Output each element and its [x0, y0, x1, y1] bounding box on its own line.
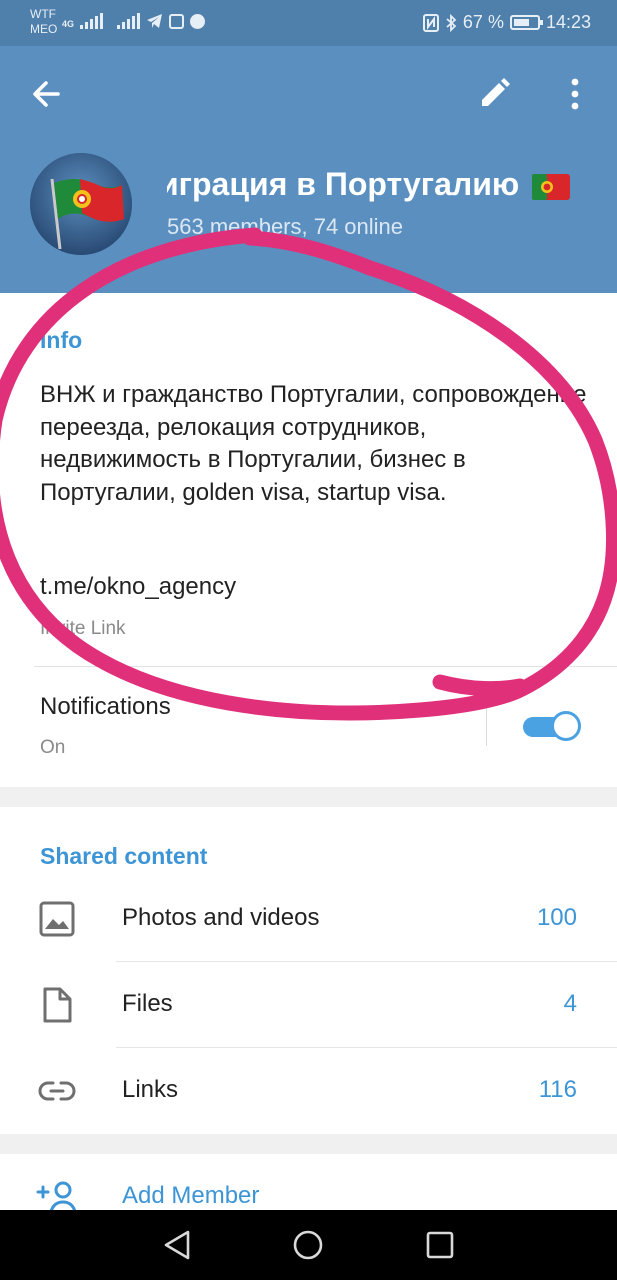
- notification-icons: 4G: [62, 13, 206, 29]
- signal-icon: [80, 13, 104, 29]
- info-section-title: Info: [40, 327, 83, 353]
- shared-item-label: Photos and videos: [122, 904, 320, 931]
- clock: 14:23: [545, 12, 591, 32]
- image-icon: [39, 901, 75, 937]
- shared-section-title: Shared content: [40, 843, 208, 869]
- mail-icon: [169, 14, 185, 29]
- shared-item-links[interactable]: Links 116: [0, 1048, 617, 1134]
- add-member-row[interactable]: Add Member: [0, 1154, 617, 1210]
- add-member-label: Add Member: [122, 1182, 260, 1209]
- divider: [34, 666, 617, 667]
- shared-item-count: 116: [538, 1076, 577, 1103]
- arrow-left-icon: [33, 81, 60, 107]
- group-description[interactable]: ВНЖ и гражданство Португалии, сопровожде…: [40, 379, 590, 509]
- invite-link-caption: Invite Link: [40, 618, 126, 639]
- battery-fill: [513, 19, 529, 26]
- back-button[interactable]: [28, 77, 68, 111]
- link-icon: [38, 1081, 76, 1101]
- carrier-line2: MEO: [30, 22, 58, 36]
- invite-link[interactable]: t.me/okno_agency: [40, 573, 236, 601]
- group-title-text: играция в Португалию: [167, 166, 520, 202]
- network-type: 4G: [62, 19, 75, 29]
- portugal-flag-image: [30, 153, 132, 255]
- add-user-icon: [36, 1181, 77, 1210]
- status-bar: WTF MEO 4G 67 % 14:23: [0, 0, 617, 46]
- shared-item-label: Links: [122, 1076, 179, 1103]
- file-icon: [43, 987, 72, 1023]
- carrier-line1: WTF: [30, 7, 56, 21]
- status-right: 67 % 14:23: [422, 12, 591, 33]
- notifications-state: On: [40, 737, 66, 758]
- notifications-toggle[interactable]: [523, 711, 581, 741]
- members-count: 563 members, 74 online: [167, 214, 404, 239]
- telegram-icon: [147, 14, 163, 28]
- pencil-icon: [482, 78, 510, 106]
- nfc-icon: [422, 13, 439, 32]
- more-options-button[interactable]: [560, 74, 590, 114]
- profile-header: играция в Португалию 563 members, 74 onl…: [0, 46, 617, 293]
- vertical-divider: [486, 703, 487, 746]
- edit-button[interactable]: [474, 74, 514, 114]
- facebook-icon: [190, 14, 206, 29]
- notifications-label: Notifications: [40, 693, 171, 720]
- shared-item-photos[interactable]: Photos and videos 100: [0, 876, 617, 962]
- group-title: играция в Португалию: [167, 166, 607, 210]
- system-nav-bar: [0, 1210, 617, 1280]
- square-recents-icon[interactable]: [422, 1227, 458, 1263]
- carrier-label: WTF MEO: [30, 7, 57, 37]
- info-card: Info ВНЖ и гражданство Португалии, сопро…: [0, 293, 617, 787]
- shared-item-count: 100: [536, 904, 577, 931]
- circle-home-icon[interactable]: [290, 1227, 326, 1263]
- battery-icon: [509, 15, 543, 30]
- battery-percent: 67 %: [462, 12, 504, 32]
- shared-item-label: Files: [122, 990, 173, 1017]
- triangle-back-icon[interactable]: [160, 1227, 196, 1263]
- portugal-flag-icon: [532, 173, 571, 200]
- more-vertical-icon: [571, 78, 579, 110]
- signal-icon: [117, 13, 141, 29]
- toggle-knob: [551, 711, 581, 741]
- shared-content-card: Shared content Photos and videos 100 Fil…: [0, 807, 617, 1134]
- group-avatar[interactable]: [30, 153, 132, 255]
- shared-item-files[interactable]: Files 4: [0, 962, 617, 1048]
- bluetooth-icon: [446, 13, 457, 32]
- shared-item-count: 4: [563, 990, 577, 1017]
